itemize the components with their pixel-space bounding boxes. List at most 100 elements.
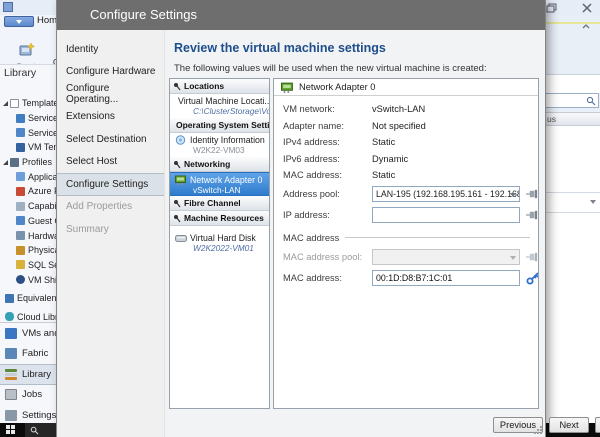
wizard-step-configure-hardware[interactable]: Configure Hardware — [57, 61, 164, 84]
tree-group-fibre-channel[interactable]: Fibre Channel — [170, 196, 269, 211]
vm-shielding-icon — [16, 275, 25, 285]
expander-icon[interactable] — [3, 100, 8, 106]
library-tree-item-service-templates[interactable]: Service Te — [0, 125, 57, 140]
network-adapter-icon — [175, 175, 186, 185]
nav-vms-and-services[interactable]: VMs and Se — [0, 323, 57, 344]
wizard-step-summary: Summary — [66, 223, 109, 235]
library-tree-item-physical-computer[interactable]: Physical C — [0, 243, 57, 258]
wizard-step-select-destination[interactable]: Select Destination — [57, 128, 164, 151]
wizard-content: Review the virtual machine settings The … — [164, 30, 600, 437]
page-title: Review the virtual machine settings — [174, 41, 386, 55]
search-icon — [30, 426, 39, 434]
capability-profile-icon — [16, 201, 25, 211]
library-tree-item-hardware[interactable]: Hardware — [0, 228, 57, 243]
service-templates-icon — [16, 128, 25, 138]
dialog-buttons: Previous Next Cancel — [493, 417, 600, 433]
mac-address-pool-select — [372, 249, 520, 265]
workspace-nav: VMs and Se Fabric Library Jobs Settings — [0, 322, 57, 426]
physical-computer-profile-icon — [16, 245, 25, 255]
collapse-ribbon-icon[interactable] — [581, 16, 591, 34]
tree-item-vm-location[interactable]: Virtual Machine Locati... C:\ClusterStor… — [170, 94, 269, 118]
address-pool-select[interactable]: LAN-195 (192.168.195.161 - 192.168.195 — [372, 186, 520, 202]
search-input[interactable] — [545, 93, 599, 108]
cancel-button[interactable]: Cancel — [595, 417, 600, 433]
restore-window-icon[interactable] — [545, 1, 559, 13]
library-tree-item-templates[interactable]: Templates — [0, 96, 57, 111]
hardware-profile-icon — [16, 231, 25, 241]
wizard-step-configure-settings[interactable]: Configure Settings — [57, 173, 164, 196]
tree-group-operating-system-settings[interactable]: Operating System Settings — [170, 118, 269, 133]
field-address-pool: Address pool: LAN-195 (192.168.195.161 -… — [274, 184, 538, 205]
settings-icon — [5, 409, 17, 421]
details-header-label: Network Adapter 0 — [299, 82, 376, 92]
azure-profile-icon — [16, 186, 25, 196]
results-column-header[interactable]: us — [545, 112, 600, 126]
tree-group-label: Machine Resources — [184, 213, 264, 223]
library-tree-item-vm-templates[interactable]: VM Templ — [0, 140, 57, 155]
vms-and-services-icon — [5, 327, 17, 339]
ribbon-accent-line — [545, 22, 600, 24]
close-window-icon[interactable] — [580, 1, 594, 13]
library-icon — [5, 368, 17, 380]
library-tree-item-azure[interactable]: Azure Pro — [0, 184, 57, 199]
library-tree-item-capability[interactable]: Capability — [0, 199, 57, 214]
library-tree-item-service-deployment[interactable]: Service De — [0, 111, 57, 126]
mac-section-label: MAC address — [283, 232, 340, 243]
ip-address-input[interactable] — [372, 207, 520, 223]
identity-information-icon — [175, 135, 186, 145]
chevron-down-icon — [510, 256, 516, 260]
mac-address-input[interactable] — [372, 270, 520, 286]
ribbon-menu-button[interactable] — [4, 16, 34, 27]
wizard-step-configure-operating-system[interactable]: Configure Operating... — [57, 83, 164, 106]
search-icon — [586, 96, 596, 106]
library-pane-title: Library — [4, 67, 37, 79]
wizard-step-select-host[interactable]: Select Host — [57, 151, 164, 174]
field-adapter-name: Adapter name: Not specified — [283, 120, 426, 131]
tree-group-label: Locations — [184, 81, 225, 91]
library-tree-item-equivalent-objects[interactable]: Equivalent O — [0, 291, 57, 306]
wizard-step-extensions[interactable]: Extensions — [57, 106, 164, 129]
library-tree-item-sql-server[interactable]: SQL Serve — [0, 258, 57, 273]
tree-item-network-adapter-0[interactable]: Network Adapter 0 vSwitch-LAN — [170, 172, 269, 196]
pin-icon — [174, 160, 181, 168]
background-results-pane: us — [545, 15, 600, 423]
pin-icon — [174, 199, 181, 207]
resize-grip[interactable] — [534, 426, 542, 434]
chevron-down-icon[interactable] — [590, 200, 596, 204]
tree-item-identity-information[interactable]: Identity Information W2K22-VM03 — [170, 133, 269, 157]
pin-icon — [526, 189, 538, 199]
expander-icon[interactable] — [3, 159, 8, 165]
nav-fabric[interactable]: Fabric — [0, 344, 57, 365]
field-ip-address: IP address: — [274, 205, 538, 226]
library-tree-item-guest-os[interactable]: Guest OS — [0, 214, 57, 229]
wizard-steps: Identity Configure Hardware Configure Op… — [57, 38, 164, 241]
field-vm-network: VM network: vSwitch-LAN — [283, 104, 426, 115]
tree-item-virtual-hard-disk[interactable]: Virtual Hard Disk W2K2022-VM01 — [170, 231, 269, 255]
pin-icon — [174, 82, 181, 90]
tree-group-machine-resources[interactable]: Machine Resources — [170, 211, 269, 226]
library-tree-item-application[interactable]: Applicatio — [0, 169, 57, 184]
tree-group-locations[interactable]: Locations — [170, 79, 269, 94]
library-tree-item-profiles[interactable]: Profiles — [0, 155, 57, 170]
next-button[interactable]: Next — [549, 417, 589, 433]
wizard-step-identity[interactable]: Identity — [57, 38, 164, 61]
nav-library[interactable]: Library — [0, 364, 57, 385]
library-tree-item-vm-shielding[interactable]: VM Shield — [0, 272, 57, 287]
tree-group-label: Fibre Channel — [184, 198, 241, 208]
nav-jobs[interactable]: Jobs — [0, 385, 57, 406]
screen: Create Virtual Machine C T Home Create L… — [0, 0, 600, 437]
jobs-icon — [5, 389, 17, 401]
pin-icon — [526, 252, 538, 262]
app-icon — [3, 2, 13, 12]
wizard-step-add-properties: Add Properties — [66, 201, 133, 213]
cloud-libraries-icon — [5, 312, 14, 322]
key-icon[interactable] — [526, 271, 539, 285]
virtual-hard-disk-icon — [175, 234, 187, 242]
guest-os-profile-icon — [16, 216, 25, 226]
taskbar-search-button[interactable] — [25, 423, 57, 437]
chevron-down-icon — [16, 19, 22, 24]
tree-group-label: Networking — [184, 159, 231, 169]
dialog-title: Configure Settings — [90, 7, 197, 22]
start-button[interactable] — [6, 425, 16, 435]
tree-group-networking[interactable]: Networking — [170, 157, 269, 172]
